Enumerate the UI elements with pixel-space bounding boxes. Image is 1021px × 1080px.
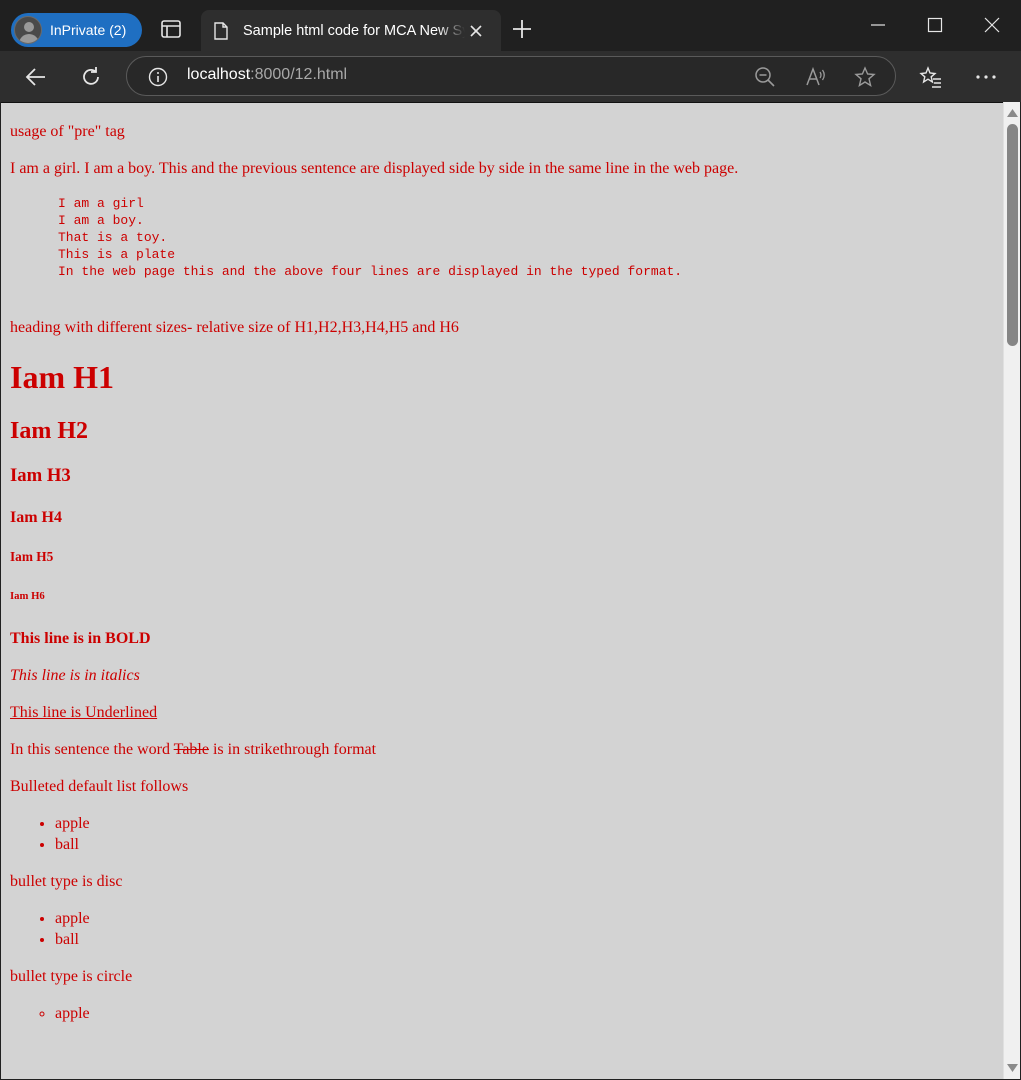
heading-2: Iam H2 bbox=[10, 418, 88, 444]
reload-icon[interactable] bbox=[79, 65, 103, 89]
scrollbar-thumb[interactable] bbox=[1007, 124, 1018, 346]
favorite-star-icon[interactable] bbox=[854, 66, 876, 88]
strike-after-text: is in strikethrough format bbox=[208, 741, 377, 758]
underlined-text: This line is Underlined bbox=[10, 704, 158, 721]
tab-actions-icon[interactable] bbox=[160, 19, 182, 39]
maximize-icon[interactable] bbox=[926, 16, 944, 34]
list-item: ball bbox=[55, 929, 994, 950]
strikethrough-word: Table bbox=[173, 741, 209, 758]
favorites-icon[interactable] bbox=[919, 65, 943, 89]
list-item: ball bbox=[55, 834, 994, 855]
close-window-icon[interactable] bbox=[983, 16, 1001, 34]
strike-before-text: In this sentence the word bbox=[10, 741, 174, 758]
list2-title: bullet type is disc bbox=[10, 873, 123, 890]
circle-bullet-list: apple bbox=[10, 1003, 994, 1024]
inprivate-profile-button[interactable]: InPrivate (2) bbox=[11, 13, 142, 47]
heading-6: Iam H6 bbox=[10, 590, 45, 602]
heading-1: Iam H1 bbox=[10, 359, 114, 395]
list1-title: Bulleted default list follows bbox=[10, 778, 189, 795]
tab-close-icon[interactable] bbox=[469, 24, 483, 38]
browser-toolbar: localhost:8000/12.html bbox=[0, 51, 1021, 102]
heading-3: Iam H3 bbox=[10, 465, 71, 486]
minimize-icon[interactable] bbox=[869, 16, 887, 34]
list-item: apple bbox=[55, 1003, 994, 1024]
headings-intro: heading with different sizes- relative s… bbox=[10, 319, 459, 336]
active-tab[interactable]: Sample html code for MCA New Syllabus bbox=[201, 10, 501, 51]
window-frame-left bbox=[0, 102, 1, 1080]
list-item: apple bbox=[55, 813, 994, 834]
italic-text: This line is in italics bbox=[10, 667, 140, 684]
tab-title: Sample html code for MCA New Syllabus bbox=[243, 22, 465, 39]
url-path: :8000/12.html bbox=[250, 66, 348, 83]
page-viewport: usage of "pre" tag I am a girl. I am a b… bbox=[1, 102, 1003, 1079]
scroll-down-arrow-icon[interactable] bbox=[1007, 1064, 1018, 1072]
default-bullet-list: apple ball bbox=[10, 813, 994, 855]
url-text[interactable]: localhost:8000/12.html bbox=[187, 66, 347, 84]
bold-line: This line is in BOLD bbox=[10, 628, 994, 649]
more-menu-icon[interactable] bbox=[974, 65, 998, 89]
back-arrow-icon[interactable] bbox=[24, 65, 48, 89]
italic-line: This line is in italics bbox=[10, 665, 994, 686]
url-host: localhost bbox=[187, 66, 251, 83]
list3-title: bullet type is circle bbox=[10, 968, 133, 985]
read-aloud-icon[interactable] bbox=[805, 66, 827, 88]
page-body: usage of "pre" tag I am a girl. I am a b… bbox=[1, 121, 1003, 1024]
title-bar: InPrivate (2) Sample html code for MCA N… bbox=[0, 0, 1021, 51]
zoom-out-icon[interactable] bbox=[754, 66, 776, 88]
address-bar[interactable]: localhost:8000/12.html bbox=[126, 56, 896, 96]
profile-avatar-icon bbox=[14, 16, 42, 44]
disc-bullet-list: apple ball bbox=[10, 908, 994, 950]
heading-4: Iam H4 bbox=[10, 509, 62, 526]
inline-sentence: I am a girl. I am a boy. This and the pr… bbox=[10, 160, 739, 177]
strikethrough-line: In this sentence the word Table is in st… bbox=[10, 739, 994, 760]
vertical-scrollbar[interactable] bbox=[1003, 102, 1020, 1079]
preformatted-block: I am a girl I am a boy. That is a toy. T… bbox=[58, 196, 683, 279]
new-tab-icon[interactable] bbox=[512, 19, 532, 39]
heading-5: Iam H5 bbox=[10, 549, 54, 564]
site-info-icon[interactable] bbox=[148, 67, 168, 87]
profile-label: InPrivate (2) bbox=[50, 22, 127, 38]
list-item: apple bbox=[55, 908, 994, 929]
scroll-up-arrow-icon[interactable] bbox=[1007, 109, 1018, 117]
bold-text: This line is in BOLD bbox=[10, 630, 151, 647]
page-icon bbox=[214, 21, 228, 40]
underline-line: This line is Underlined bbox=[10, 702, 994, 723]
pre-heading-text: usage of "pre" tag bbox=[10, 123, 125, 140]
